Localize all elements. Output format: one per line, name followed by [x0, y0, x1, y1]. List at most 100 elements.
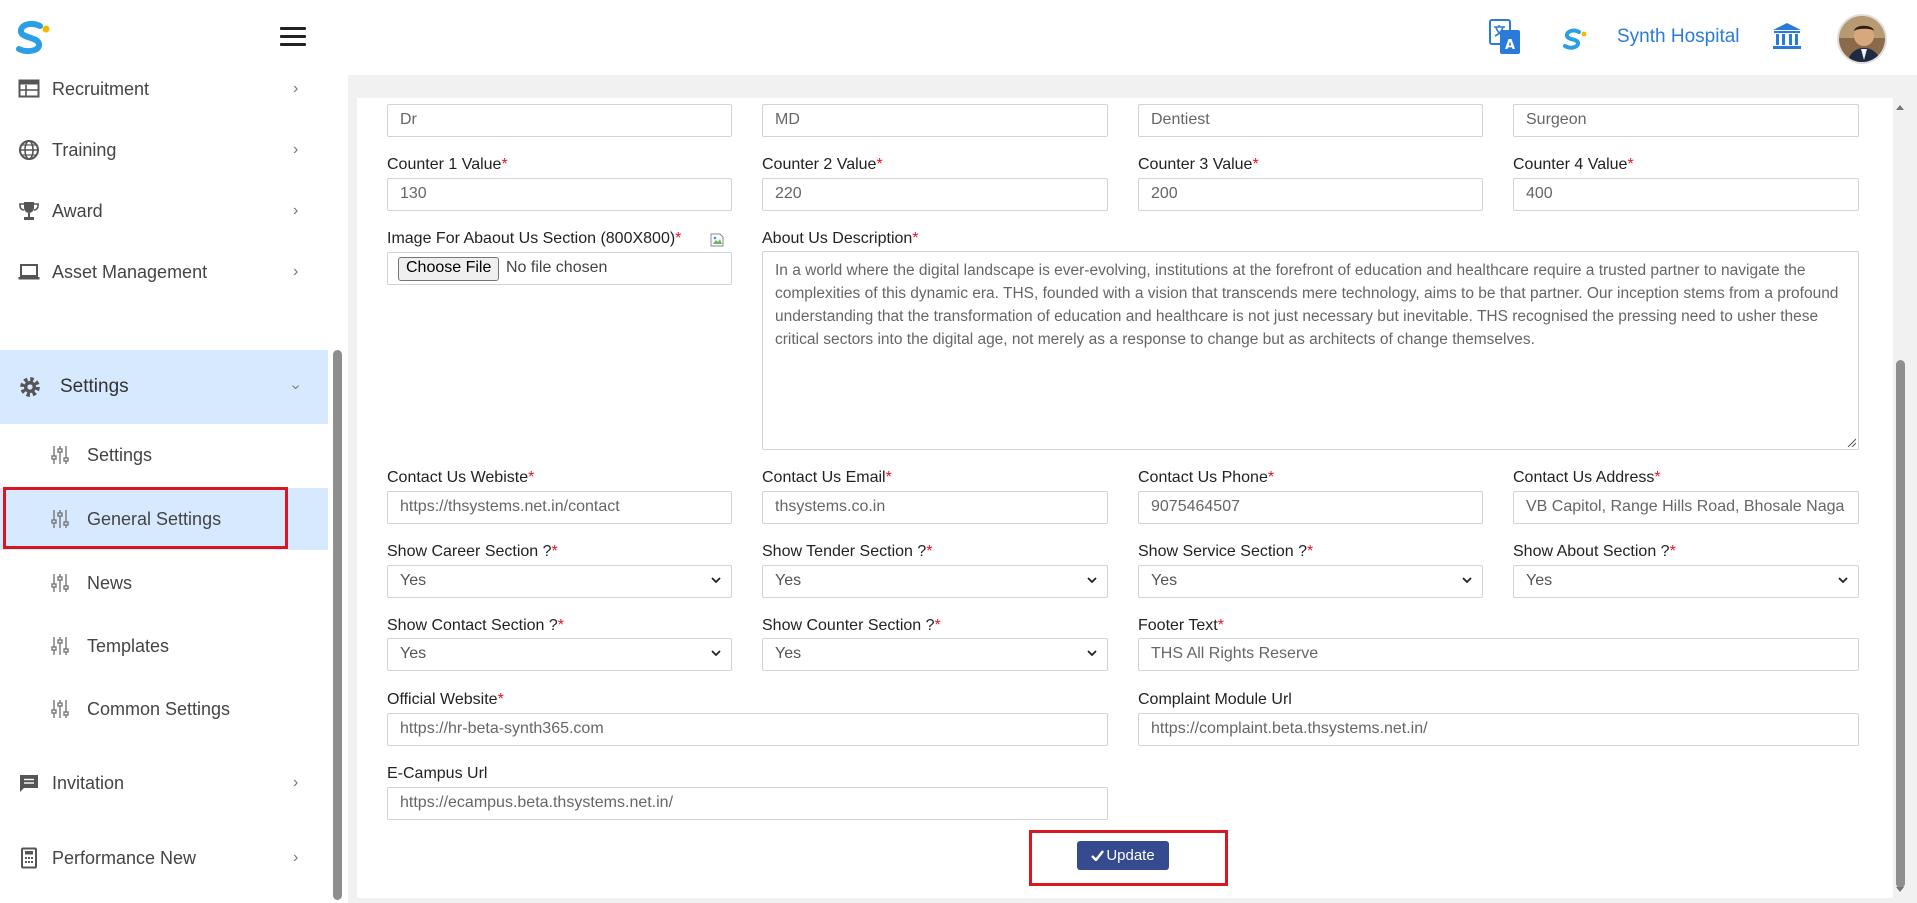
select-value: Yes: [400, 645, 427, 662]
show-tender-label: Show Tender Section ?*: [762, 543, 933, 560]
sidebar-item-label: Award: [52, 200, 103, 221]
select-value: Yes: [775, 645, 802, 662]
counter-1-input[interactable]: 130: [387, 178, 732, 211]
message-icon: [20, 775, 38, 792]
about-description-label: About Us Description*: [762, 230, 919, 247]
complaint-url-label: Complaint Module Url: [1138, 691, 1292, 708]
show-about-label: Show About Section ?*: [1513, 543, 1676, 560]
complaint-url-input[interactable]: https://complaint.beta.thsystems.net.in/: [1138, 713, 1859, 746]
sidebar-item-invitation[interactable]: Invitation ›: [0, 753, 328, 813]
sidebar-item-award[interactable]: Award ›: [0, 181, 328, 241]
globe-icon: [19, 140, 39, 160]
chevron-right-icon: ›: [293, 80, 299, 97]
counter-3-input[interactable]: 200: [1138, 178, 1483, 211]
sidebar-item-recruitment[interactable]: Recruitment ›: [0, 59, 328, 119]
sidebar-subitem-templates[interactable]: Templates: [0, 615, 328, 677]
chevron-right-icon: ›: [293, 141, 299, 158]
title-2-input[interactable]: MD: [762, 104, 1108, 137]
show-career-select[interactable]: Yes: [387, 565, 732, 598]
update-button[interactable]: Update: [1077, 841, 1169, 870]
counter-4-input[interactable]: 400: [1513, 178, 1859, 211]
table-icon: [18, 79, 40, 98]
ecampus-url-input[interactable]: https://ecampus.beta.thsystems.net.in/: [387, 787, 1108, 820]
about-description-textarea[interactable]: In a world where the digital landscape i…: [762, 251, 1859, 450]
sidebar-item-label: Asset Management: [52, 261, 208, 282]
about-image-file-input[interactable]: Choose File No file chosen: [387, 252, 732, 285]
sidebar-subitem-label: News: [87, 572, 133, 593]
select-value: Yes: [775, 572, 802, 589]
select-value: Yes: [1526, 572, 1553, 589]
show-counter-label: Show Counter Section ?*: [762, 617, 941, 634]
footer-text-label: Footer Text*: [1138, 617, 1224, 634]
chevron-down-icon: [711, 577, 721, 584]
contact-email-input[interactable]: thsystems.co.in: [762, 491, 1108, 524]
svg-text:A: A: [1505, 38, 1515, 53]
chevron-right-icon: ›: [293, 263, 299, 280]
sidebar-subitem-general-settings[interactable]: General Settings: [0, 488, 328, 550]
title-1-input[interactable]: Dr: [387, 104, 732, 137]
select-value: Yes: [400, 572, 427, 589]
show-contact-label: Show Contact Section ?*: [387, 617, 564, 634]
show-contact-select[interactable]: Yes: [387, 638, 732, 671]
title-4-input[interactable]: Surgeon: [1513, 104, 1859, 137]
sliders-icon: [51, 637, 69, 655]
sidebar-item-training[interactable]: Training ›: [0, 120, 328, 180]
sliders-icon: [51, 574, 69, 592]
sliders-icon: [51, 700, 69, 718]
contact-address-input[interactable]: VB Capitol, Range Hills Road, Bhosale Na…: [1513, 491, 1859, 524]
chevron-right-icon: ›: [293, 849, 299, 866]
calculator-icon: [21, 847, 37, 869]
contact-phone-input[interactable]: 9075464507: [1138, 491, 1483, 524]
sidebar: Recruitment › Training › Award › Asset M…: [0, 75, 328, 903]
show-tender-select[interactable]: Yes: [762, 565, 1108, 598]
show-career-label: Show Career Section ?*: [387, 543, 558, 560]
synth-logo-icon[interactable]: [14, 20, 52, 56]
scroll-down-icon[interactable]: [1895, 884, 1905, 894]
institution-icon[interactable]: [1772, 22, 1802, 50]
contact-phone-label: Contact Us Phone*: [1138, 469, 1275, 486]
sidebar-item-settings[interactable]: Settings ›: [0, 350, 328, 424]
translate-icon[interactable]: A: [1488, 18, 1522, 56]
contact-website-input[interactable]: https://thsystems.net.in/contact: [387, 491, 732, 524]
chevron-right-icon: ›: [293, 774, 299, 791]
counter-3-label: Counter 3 Value*: [1138, 156, 1259, 173]
contact-email-label: Contact Us Email*: [762, 469, 892, 486]
show-about-select[interactable]: Yes: [1513, 565, 1859, 598]
sidebar-item-asset-management[interactable]: Asset Management ›: [0, 242, 328, 302]
select-value: Yes: [1151, 572, 1178, 589]
sidebar-subitem-label: Common Settings: [87, 698, 231, 719]
title-3-input[interactable]: Dentiest: [1138, 104, 1483, 137]
sidebar-item-performance-new[interactable]: Performance New ›: [0, 828, 328, 888]
sidebar-scrollbar[interactable]: [333, 350, 342, 900]
footer-text-input[interactable]: THS All Rights Reserve: [1138, 638, 1859, 671]
sidebar-subitem-label: Settings: [87, 444, 153, 465]
broken-image-icon: [710, 233, 724, 247]
about-description-text: In a world where the digital landscape i…: [775, 262, 1839, 348]
sidebar-item-label: Performance New: [52, 847, 197, 868]
show-counter-select[interactable]: Yes: [762, 638, 1108, 671]
chevron-down-icon: [1838, 577, 1848, 584]
main-scrollbar-thumb[interactable]: [1896, 360, 1905, 888]
official-website-input[interactable]: https://hr-beta-synth365.com: [387, 713, 1108, 746]
no-file-text: No file chosen: [506, 259, 608, 276]
contact-website-label: Contact Us Webiste*: [387, 469, 535, 486]
show-service-select[interactable]: Yes: [1138, 565, 1483, 598]
sidebar-subitem-label: General Settings: [87, 508, 222, 529]
sliders-icon: [51, 510, 69, 528]
sidebar-subitem-common-settings[interactable]: Common Settings: [0, 678, 328, 740]
choose-file-button[interactable]: Choose File: [398, 257, 500, 281]
sidebar-subitem-settings[interactable]: Settings: [0, 424, 328, 486]
menu-toggle-icon[interactable]: [280, 27, 306, 49]
hospital-name[interactable]: Synth Hospital: [1617, 26, 1740, 48]
chevron-down-icon: [1462, 577, 1472, 584]
user-avatar[interactable]: [1837, 14, 1887, 64]
chevron-down-icon: [1087, 650, 1097, 657]
sidebar-subitem-news[interactable]: News: [0, 552, 328, 614]
resize-grip-icon[interactable]: [1846, 437, 1856, 447]
check-icon: [1091, 850, 1105, 861]
trophy-icon: [19, 202, 39, 220]
counter-2-input[interactable]: 220: [762, 178, 1108, 211]
avatar-image: [1839, 16, 1885, 62]
scroll-up-icon[interactable]: [1895, 103, 1905, 113]
counter-4-label: Counter 4 Value*: [1513, 156, 1634, 173]
